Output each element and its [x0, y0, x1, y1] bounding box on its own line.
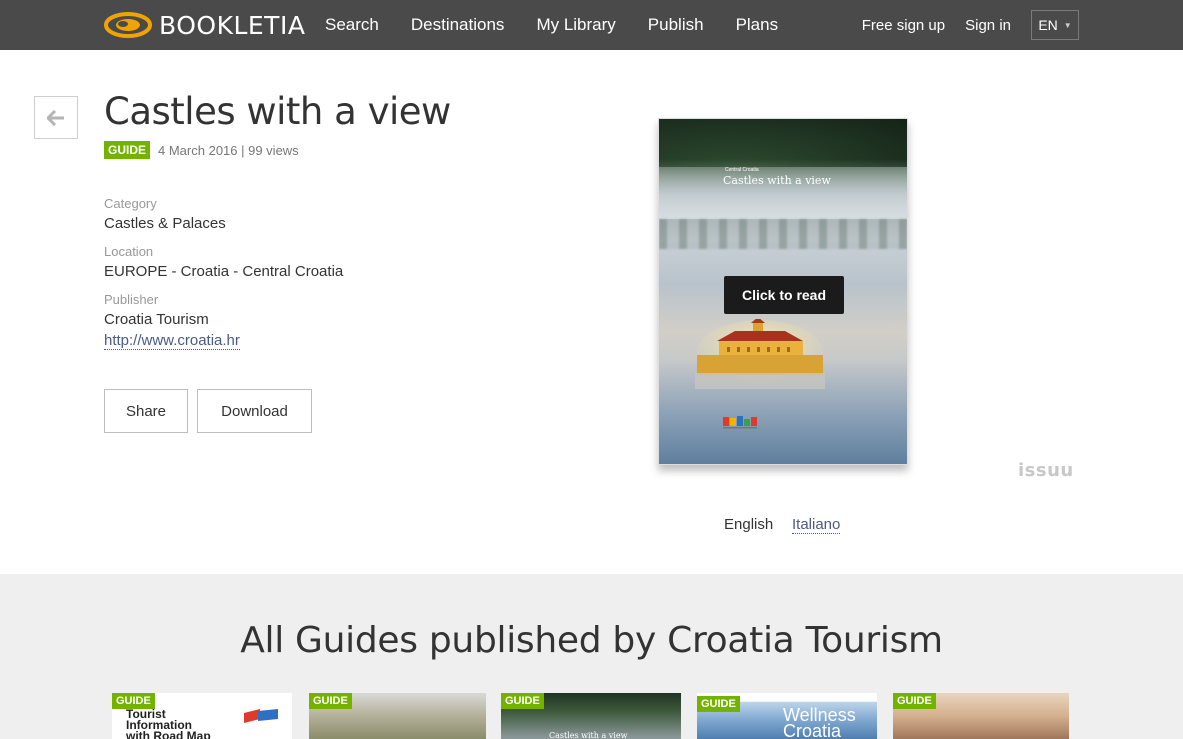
category-label: Category	[104, 196, 157, 211]
guide-card[interactable]: GUIDE	[893, 693, 1069, 739]
account-nav: Free sign up Sign in EN ▼	[862, 0, 1079, 50]
arrow-left-icon	[47, 109, 64, 126]
download-button[interactable]: Download	[197, 389, 312, 433]
nav-publish[interactable]: Publish	[648, 15, 704, 35]
guide-badge: GUIDE	[309, 693, 352, 709]
share-button[interactable]: Share	[104, 389, 188, 433]
nav-my-library[interactable]: My Library	[536, 15, 615, 35]
issuu-brand[interactable]: issuu	[1018, 460, 1074, 481]
main-nav: Search Destinations My Library Publish P…	[325, 0, 810, 50]
location-label: Location	[104, 244, 154, 259]
free-signup-link[interactable]: Free sign up	[862, 17, 945, 34]
guide-badge: GUIDE	[697, 696, 740, 712]
back-button[interactable]	[34, 96, 78, 139]
guide-card[interactable]: GUIDE Castles with a view	[501, 693, 681, 739]
signin-link[interactable]: Sign in	[965, 17, 1011, 34]
caret-down-icon: ▼	[1063, 20, 1072, 30]
date-views: 4 March 2016 | 99 views	[158, 142, 299, 158]
publisher-website-link[interactable]: http://www.croatia.hr	[104, 332, 240, 350]
guide-card-title: Tourist Information with Road Map	[126, 707, 211, 739]
publication-meta: GUIDE 4 March 2016 | 99 views	[104, 141, 299, 159]
nav-search[interactable]: Search	[325, 15, 379, 35]
click-to-read-button[interactable]: Click to read	[724, 276, 844, 314]
castle-illustration	[695, 319, 825, 389]
brand-name: BOOKLETIA	[159, 10, 306, 40]
language-current: English	[724, 516, 774, 533]
guide-badge: GUIDE	[501, 693, 544, 709]
cover-title: Castles with a view	[723, 174, 831, 187]
guide-badge: GUIDE	[112, 693, 155, 709]
category-value: Castles & Palaces	[104, 215, 226, 232]
cover-fog	[659, 159, 907, 219]
cover-tree-line	[659, 219, 907, 249]
guide-card[interactable]: GUIDE	[309, 693, 486, 739]
guide-card[interactable]: GUIDE Tourist Information with Road Map	[112, 693, 292, 739]
cover-subtitle: Central Croatia	[725, 167, 759, 173]
type-badge: GUIDE	[104, 141, 151, 159]
croatia-logo-icon	[723, 416, 757, 429]
related-guides-title: All Guides published by Croatia Tourism	[240, 620, 943, 661]
guide-card[interactable]: GUIDE Wellness Croatia	[697, 693, 877, 739]
nav-plans[interactable]: Plans	[736, 15, 779, 35]
publisher-label: Publisher	[104, 292, 159, 307]
page-title: Castles with a view	[104, 90, 451, 133]
brand-logo[interactable]: BOOKLETIA	[104, 9, 305, 41]
road-map-icon	[244, 709, 278, 723]
bookletia-logo-icon	[104, 12, 152, 38]
guide-card-title: Castles with a view	[549, 731, 628, 739]
guide-card-title: Wellness Croatia	[783, 705, 856, 739]
language-value: EN	[1038, 17, 1058, 33]
language-select[interactable]: EN ▼	[1031, 10, 1079, 40]
nav-destinations[interactable]: Destinations	[411, 15, 505, 35]
language-italiano-link[interactable]: Italiano	[792, 516, 841, 534]
top-navigation-bar: BOOKLETIA Search Destinations My Library…	[0, 0, 1183, 50]
publisher-value: Croatia Tourism	[104, 311, 209, 328]
guide-badge: GUIDE	[893, 693, 936, 709]
location-value: EUROPE - Croatia - Central Croatia	[104, 263, 344, 280]
